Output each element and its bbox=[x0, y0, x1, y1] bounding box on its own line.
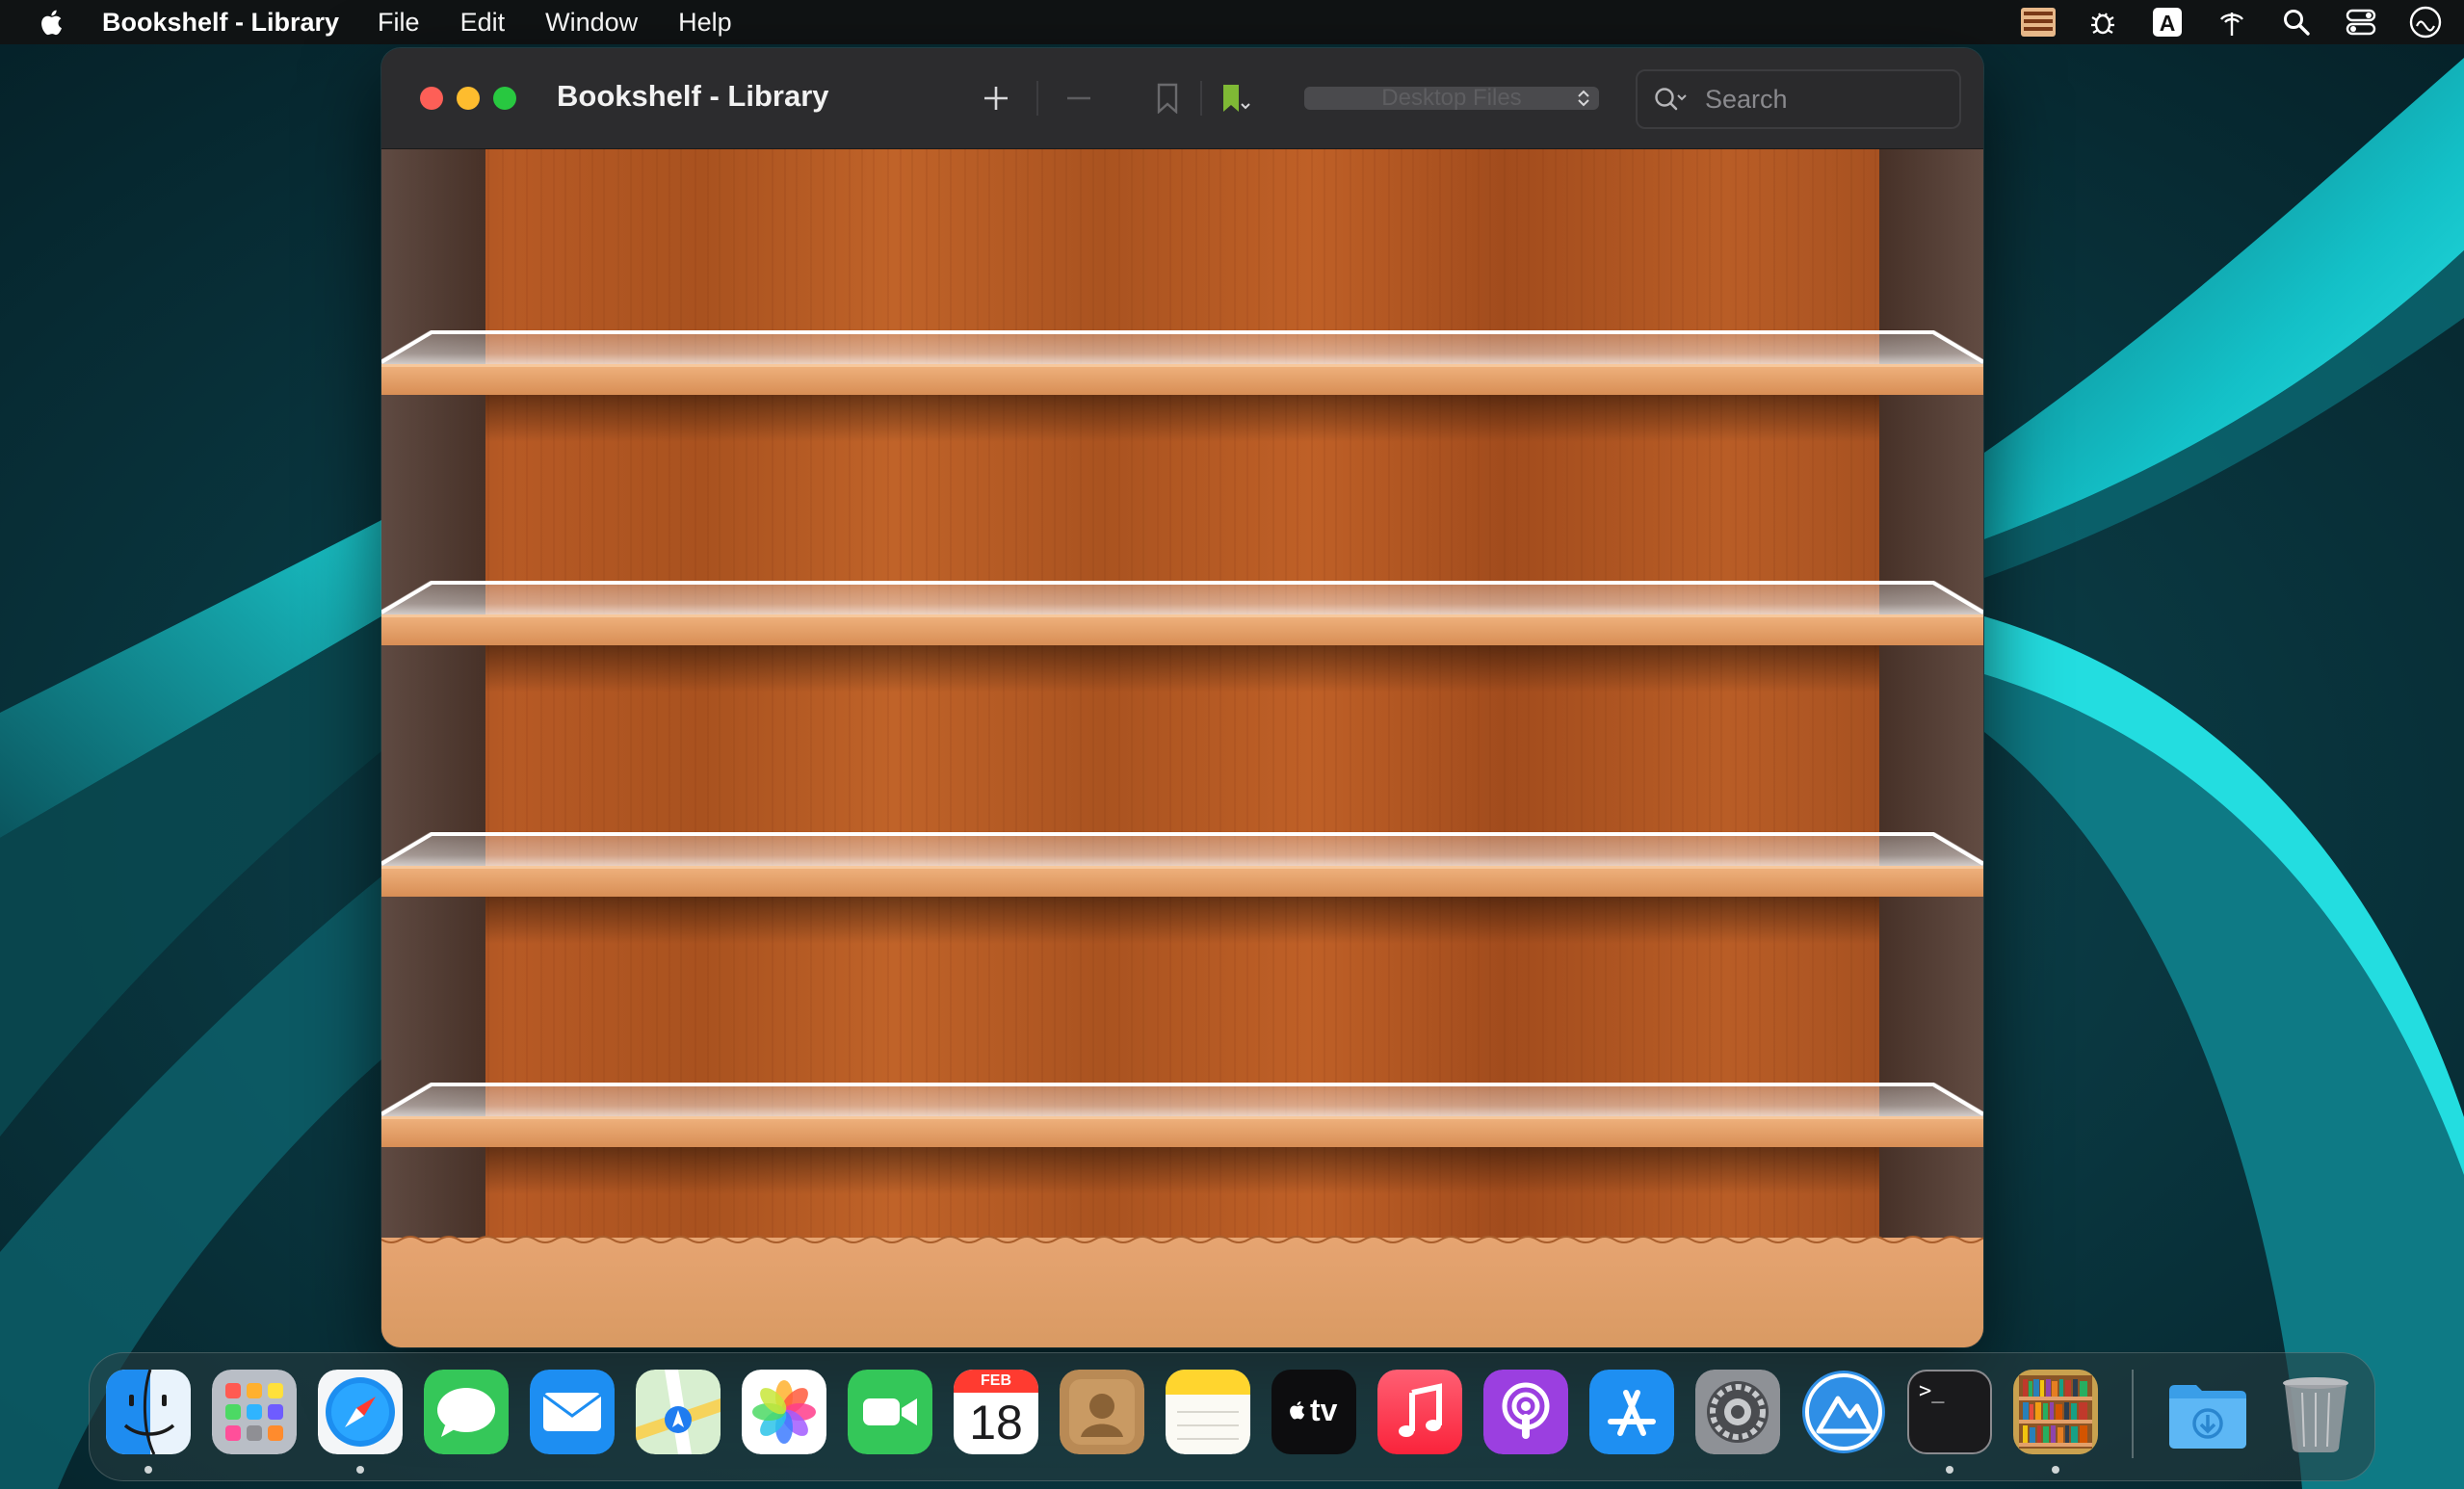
dock-mountain-app[interactable] bbox=[1801, 1370, 1886, 1454]
notes-icon bbox=[1166, 1370, 1250, 1454]
running-indicator bbox=[144, 1466, 152, 1474]
toolbar-separator bbox=[1200, 81, 1202, 116]
window-title: Bookshelf - Library bbox=[557, 79, 829, 113]
mountain-icon bbox=[1802, 1371, 1885, 1453]
dock-music[interactable] bbox=[1377, 1370, 1462, 1454]
updown-chevron-icon bbox=[1578, 90, 1589, 107]
dock-photos[interactable] bbox=[742, 1370, 826, 1454]
messages-icon bbox=[424, 1370, 509, 1454]
menu-bar: Bookshelf - Library File Edit Window Hel… bbox=[0, 0, 2464, 44]
green-bookmark-icon bbox=[1223, 85, 1250, 112]
photos-icon bbox=[742, 1370, 826, 1454]
shelf-3 bbox=[381, 832, 1983, 944]
svg-text:A: A bbox=[2160, 11, 2176, 36]
app-store-icon bbox=[1589, 1370, 1674, 1454]
bookshelf-window: Bookshelf - Library Desktop Files bbox=[381, 48, 1983, 1347]
launchpad-icon bbox=[212, 1370, 297, 1454]
finder-icon bbox=[106, 1370, 191, 1454]
dock-contacts[interactable] bbox=[1060, 1370, 1144, 1454]
dock-safari[interactable] bbox=[318, 1370, 403, 1454]
antenna-icon[interactable] bbox=[2215, 5, 2249, 39]
bookshelf-icon bbox=[2013, 1370, 2098, 1454]
window-toolbar: Bookshelf - Library Desktop Files bbox=[381, 48, 1983, 149]
dock-bookshelf[interactable] bbox=[2013, 1370, 2098, 1454]
shelf-1 bbox=[381, 330, 1983, 442]
tv-label: tv bbox=[1310, 1393, 1338, 1427]
calendar-day: 18 bbox=[969, 1396, 1023, 1450]
shelf-2 bbox=[381, 581, 1983, 692]
bookmark-icon bbox=[1157, 83, 1178, 114]
collection-popup-label: Desktop Files bbox=[1381, 85, 1522, 111]
dock-finder[interactable] bbox=[106, 1370, 191, 1454]
menu-app-name[interactable]: Bookshelf - Library bbox=[102, 8, 339, 38]
dock-app-store[interactable] bbox=[1589, 1370, 1674, 1454]
collection-bookmark-button[interactable] bbox=[1216, 79, 1254, 118]
safari-icon bbox=[318, 1370, 403, 1454]
search-icon bbox=[1655, 88, 1687, 111]
collection-popup[interactable]: Desktop Files bbox=[1304, 87, 1599, 110]
running-indicator bbox=[2052, 1466, 2059, 1474]
zoom-window-button[interactable] bbox=[493, 87, 516, 110]
shelf-4 bbox=[381, 1083, 1983, 1194]
bug-icon[interactable] bbox=[2085, 5, 2120, 39]
toolbar-separator bbox=[1036, 81, 1038, 116]
podcasts-icon bbox=[1483, 1370, 1568, 1454]
spotlight-search-icon[interactable] bbox=[2279, 5, 2314, 39]
running-indicator bbox=[1946, 1466, 1953, 1474]
downloads-folder-icon bbox=[2169, 1385, 2246, 1449]
menu-edit[interactable]: Edit bbox=[460, 8, 506, 38]
shelf-base bbox=[381, 1236, 1983, 1347]
dock-facetime[interactable] bbox=[848, 1370, 932, 1454]
dock-tv[interactable]: tv bbox=[1271, 1370, 1356, 1454]
contacts-icon bbox=[1060, 1370, 1144, 1454]
dock-podcasts[interactable] bbox=[1483, 1370, 1568, 1454]
add-button[interactable] bbox=[977, 79, 1015, 118]
dock-divider bbox=[2132, 1370, 2134, 1458]
menu-file[interactable]: File bbox=[378, 8, 420, 38]
bookshelf-view[interactable] bbox=[381, 149, 1983, 1347]
siri-icon[interactable] bbox=[2408, 5, 2443, 39]
gear-icon bbox=[1695, 1370, 1780, 1454]
dock-launchpad[interactable] bbox=[212, 1370, 297, 1454]
minimize-window-button[interactable] bbox=[457, 87, 480, 110]
facetime-icon bbox=[848, 1370, 932, 1454]
search-input[interactable] bbox=[1703, 81, 1948, 118]
apple-menu-icon[interactable] bbox=[35, 5, 69, 39]
dock-trash[interactable] bbox=[2273, 1370, 2358, 1454]
dock-terminal[interactable]: >_ bbox=[1907, 1370, 1992, 1454]
remove-button[interactable] bbox=[1060, 79, 1098, 118]
dock-calendar[interactable]: FEB 18 bbox=[954, 1370, 1038, 1454]
dock-system-settings[interactable] bbox=[1695, 1370, 1780, 1454]
dock-maps[interactable] bbox=[636, 1370, 721, 1454]
minus-icon bbox=[1067, 96, 1090, 100]
dock-mail[interactable] bbox=[530, 1370, 615, 1454]
running-indicator bbox=[356, 1466, 364, 1474]
close-window-button[interactable] bbox=[420, 87, 443, 110]
dock-notes[interactable] bbox=[1166, 1370, 1250, 1454]
terminal-prompt: >_ bbox=[1919, 1379, 1945, 1403]
maps-icon bbox=[636, 1370, 721, 1454]
plus-icon bbox=[984, 87, 1008, 110]
apple-logo-icon bbox=[1290, 1400, 1305, 1420]
dock-downloads[interactable] bbox=[2165, 1370, 2250, 1454]
mail-icon bbox=[530, 1370, 615, 1454]
input-source-icon[interactable]: A bbox=[2150, 5, 2185, 39]
trash-icon bbox=[2283, 1377, 2348, 1452]
bookmark-button[interactable] bbox=[1148, 79, 1187, 118]
control-center-icon[interactable] bbox=[2344, 5, 2378, 39]
dock-messages[interactable] bbox=[424, 1370, 509, 1454]
menu-help[interactable]: Help bbox=[678, 8, 732, 38]
calendar-month: FEB bbox=[954, 1370, 1038, 1393]
music-note-icon bbox=[1377, 1370, 1462, 1454]
search-field[interactable] bbox=[1636, 69, 1961, 129]
bookshelf-status-icon[interactable] bbox=[2021, 5, 2056, 39]
menu-extras: A bbox=[1991, 0, 2443, 44]
menu-window[interactable]: Window bbox=[545, 8, 638, 38]
